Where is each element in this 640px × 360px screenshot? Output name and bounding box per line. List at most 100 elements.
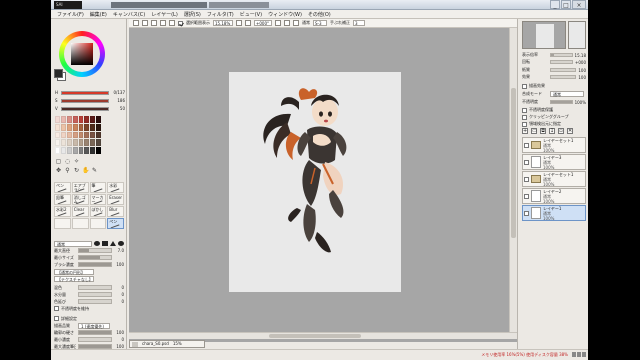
lasso-icon[interactable]: ◌	[64, 158, 71, 165]
palette-swatch[interactable]	[96, 123, 101, 131]
keep-opacity-checkbox[interactable]	[54, 306, 59, 311]
zoom-field[interactable]: 15.18%	[213, 20, 233, 26]
palette-swatch[interactable]	[55, 123, 60, 131]
layer-effect-checkbox[interactable]	[522, 83, 527, 89]
menu-other[interactable]: その他(O)	[308, 11, 331, 18]
menu-layer[interactable]: レイヤー(L)	[151, 11, 178, 18]
palette-swatch[interactable]	[84, 123, 90, 131]
edge-slider[interactable]	[78, 330, 112, 335]
canvas-horizontal-scrollbar[interactable]	[129, 332, 517, 339]
brush-slot[interactable]: エアブラシ	[71, 182, 89, 193]
select-rect-icon[interactable]: ▢	[55, 158, 62, 165]
rotate-icon[interactable]: ↻	[73, 167, 80, 174]
horizontal-scroll-thumb[interactable]	[269, 334, 361, 338]
palette-swatch[interactable]	[66, 131, 72, 139]
water-slider[interactable]	[78, 292, 112, 297]
texture-dropdown[interactable]: 【テクスチャなし】	[54, 275, 94, 282]
layer-visibility-icon[interactable]	[524, 176, 529, 182]
palette-swatch[interactable]	[90, 131, 96, 139]
palette-swatch[interactable]	[72, 123, 78, 131]
palette-swatch[interactable]	[96, 139, 101, 147]
brush-slot[interactable]: Clear	[71, 206, 89, 217]
brush-slot[interactable]: ペン	[54, 182, 71, 193]
hand-stabilizer-field[interactable]: 3	[353, 20, 365, 26]
stabilizer-field[interactable]: S-3	[313, 20, 327, 26]
palette-swatch[interactable]	[78, 139, 84, 147]
rotate-right-icon[interactable]	[284, 20, 290, 26]
brush-slot[interactable]: 鉛筆	[54, 194, 71, 205]
undo-icon[interactable]	[133, 20, 139, 26]
detail-checkbox[interactable]	[54, 316, 59, 321]
triangle-shape-icon[interactable]	[110, 241, 116, 246]
close-button[interactable]: ×	[572, 0, 586, 9]
menu-filter[interactable]: フィルタ(T)	[207, 11, 234, 18]
zoom-out-icon[interactable]	[236, 20, 242, 26]
menu-view[interactable]: ビュー(V)	[240, 11, 262, 18]
palette-swatch[interactable]	[55, 147, 60, 154]
clear-layer-icon[interactable]: ▫	[558, 128, 564, 134]
brush-slot[interactable]: 水彩2	[54, 206, 71, 217]
new-folder-icon[interactable]: ▭	[531, 128, 537, 134]
foreground-color-swatch[interactable]	[54, 69, 63, 78]
deselect-icon[interactable]	[151, 20, 157, 26]
palette-swatch[interactable]	[78, 147, 84, 154]
layer-row[interactable]: レイヤー3 通常 100%	[522, 154, 586, 170]
palette-swatch[interactable]	[66, 116, 72, 123]
max-size-slider[interactable]	[78, 248, 112, 253]
palette-swatch[interactable]	[60, 147, 66, 154]
protect-opacity-checkbox[interactable]	[522, 107, 527, 113]
new-layer-icon[interactable]: +	[522, 128, 528, 134]
brush-slot[interactable]: ペン	[107, 218, 124, 229]
palette-swatch[interactable]	[66, 123, 72, 131]
zoom-icon[interactable]: ⚲	[64, 167, 71, 174]
palette-swatch[interactable]	[55, 131, 60, 139]
rotate-left-icon[interactable]	[275, 20, 281, 26]
palette-swatch[interactable]	[66, 139, 72, 147]
brush-slot[interactable]: Eraser	[107, 194, 124, 205]
palette-swatch[interactable]	[55, 139, 60, 147]
angle-field[interactable]: +000°	[254, 20, 272, 26]
palette-swatch[interactable]	[90, 116, 96, 123]
nav-zoom-slider[interactable]	[550, 53, 573, 57]
shape-dropdown[interactable]: 【通常の円形】	[54, 268, 94, 275]
maximize-button[interactable]: □	[561, 0, 571, 9]
layer-row[interactable]: レイヤー2 通常 100%	[522, 188, 586, 204]
canvas-paper[interactable]	[229, 72, 401, 292]
brush-slot[interactable]: マーカー	[89, 194, 107, 205]
palette-swatch[interactable]	[60, 123, 66, 131]
brush-slot[interactable]: Blur	[107, 206, 124, 217]
palette-swatch[interactable]	[55, 116, 60, 123]
palette-swatch[interactable]	[84, 139, 90, 147]
brush-mode-dropdown[interactable]: 通常	[54, 240, 92, 247]
brush-slot[interactable]	[71, 218, 89, 229]
brush-slot[interactable]: 水彩	[107, 182, 124, 193]
selection-source-checkbox[interactable]	[522, 121, 527, 127]
menu-canvas[interactable]: キャンバス(C)	[113, 11, 145, 18]
navigator-preview[interactable]	[522, 21, 566, 49]
palette-swatch[interactable]	[96, 116, 101, 123]
document-tab[interactable]: chara_S0.psd 15%	[129, 340, 205, 348]
canvas-vertical-scrollbar[interactable]	[509, 28, 517, 332]
palette-swatch[interactable]	[72, 131, 78, 139]
square-shape-icon[interactable]	[102, 241, 108, 246]
palette-swatch[interactable]	[60, 116, 66, 123]
menu-window[interactable]: ウィンドウ(W)	[268, 11, 302, 18]
palette-swatch[interactable]	[78, 123, 84, 131]
layer-visibility-icon[interactable]	[524, 210, 529, 216]
hand-icon[interactable]	[169, 20, 175, 26]
brush-slot[interactable]: 筆	[89, 182, 107, 193]
magic-wand-icon[interactable]: ✧	[73, 158, 80, 165]
palette-swatch[interactable]	[90, 123, 96, 131]
palette-swatch[interactable]	[90, 147, 96, 154]
brush-slot[interactable]	[89, 218, 107, 229]
texture-effect-slider[interactable]	[550, 75, 577, 79]
palette-swatch[interactable]	[72, 147, 78, 154]
clipping-checkbox[interactable]	[522, 114, 527, 120]
layer-row[interactable]: レイヤーセット1 通常 100%	[522, 171, 586, 187]
saturation-slider[interactable]	[61, 98, 109, 103]
eyedropper-icon[interactable]: ✎	[91, 167, 98, 174]
min-density-slider[interactable]	[78, 337, 112, 342]
menu-select[interactable]: 選択(S)	[184, 11, 201, 18]
brush-slot[interactable]	[54, 218, 71, 229]
blend-slider[interactable]	[78, 285, 112, 290]
